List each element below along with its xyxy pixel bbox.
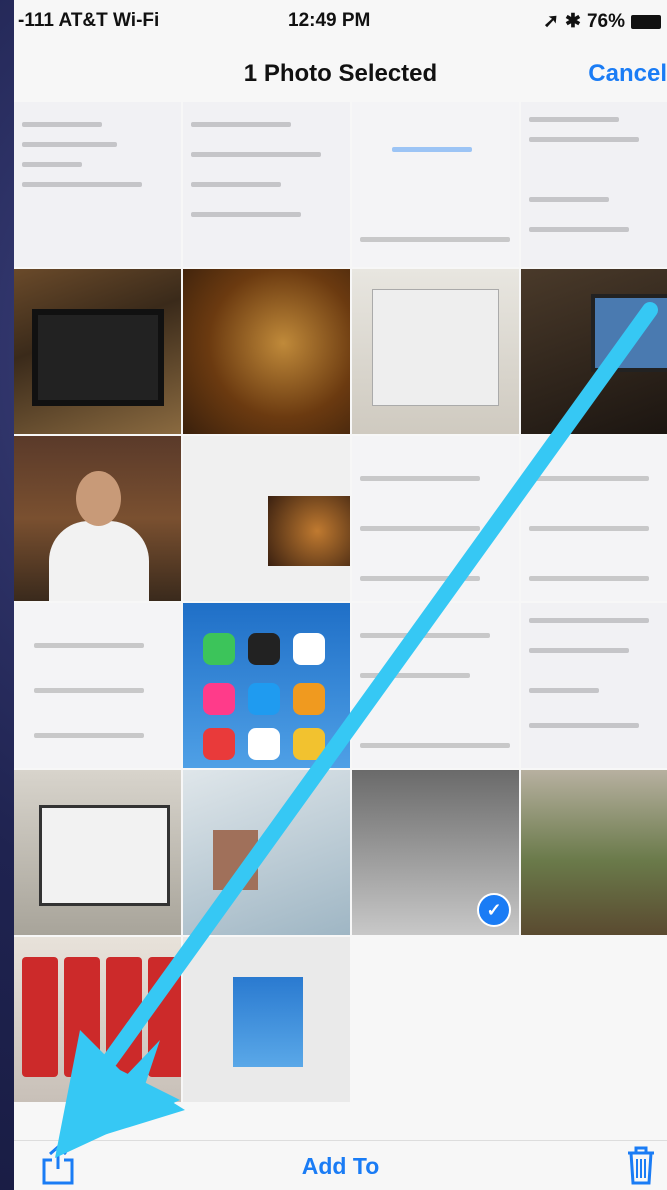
add-to-button[interactable]: Add To [14, 1153, 667, 1180]
trash-icon[interactable] [625, 1145, 657, 1185]
photo-thumbnail-selected[interactable]: ✓ [352, 770, 519, 935]
page-title: 1 Photo Selected [243, 60, 438, 87]
photo-thumbnail[interactable] [183, 436, 350, 601]
photo-thumbnail[interactable] [14, 436, 181, 601]
photo-thumbnail[interactable] [14, 269, 181, 434]
location-arrow-icon: ➚ [543, 11, 560, 32]
photo-grid: ✓ [14, 102, 667, 1102]
photo-thumbnail[interactable] [183, 937, 350, 1102]
photo-thumbnail[interactable] [14, 770, 181, 935]
photo-thumbnail[interactable] [521, 269, 667, 434]
photo-thumbnail[interactable] [183, 102, 350, 267]
photos-screen: -111 AT&T Wi-Fi 12:49 PM ➚ ✱ 76% 1 Photo… [14, 0, 667, 1190]
empty-slot [352, 937, 519, 1102]
battery-percent: 76% [586, 10, 625, 32]
clock: 12:49 PM [288, 10, 371, 31]
photo-thumbnail[interactable] [521, 770, 667, 935]
photo-thumbnail[interactable] [521, 603, 667, 768]
photo-thumbnail[interactable] [352, 269, 519, 434]
checkmark-icon: ✓ [477, 893, 511, 927]
status-bar: -111 AT&T Wi-Fi 12:49 PM ➚ ✱ 76% [14, 0, 667, 40]
photo-thumbnail[interactable] [352, 436, 519, 601]
cancel-button[interactable]: Cancel [588, 60, 667, 88]
photo-thumbnail[interactable] [521, 436, 667, 601]
photo-thumbnail[interactable] [352, 603, 519, 768]
photo-thumbnail[interactable] [14, 102, 181, 267]
photo-thumbnail[interactable] [14, 937, 181, 1102]
navigation-bar: 1 Photo Selected Cancel [14, 40, 667, 102]
battery-icon [631, 14, 661, 29]
photo-thumbnail[interactable] [14, 603, 181, 768]
photo-thumbnail[interactable] [352, 102, 519, 267]
status-right: ➚ ✱ 76% [543, 10, 661, 33]
bluetooth-icon: ✱ [565, 11, 581, 32]
photo-thumbnail[interactable] [183, 269, 350, 434]
carrier-label: -111 AT&T Wi-Fi [18, 10, 160, 31]
photo-thumbnail[interactable] [183, 603, 350, 768]
bottom-toolbar: Add To [14, 1140, 667, 1190]
photo-thumbnail[interactable] [521, 102, 667, 267]
empty-slot [521, 937, 667, 1102]
photo-thumbnail[interactable] [183, 770, 350, 935]
